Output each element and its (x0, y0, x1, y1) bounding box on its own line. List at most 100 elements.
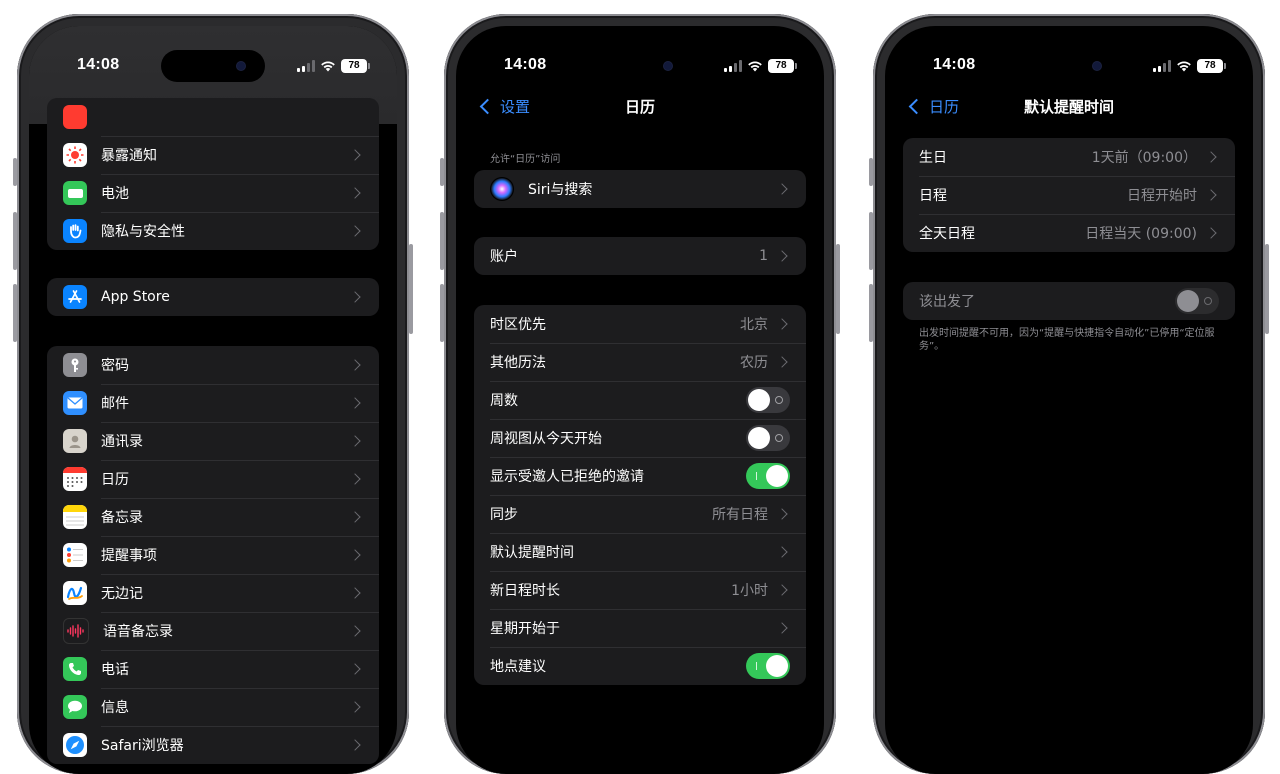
location-suggestions-toggle[interactable] (746, 653, 790, 679)
start-week-on-row[interactable]: 星期开始于 (474, 609, 806, 647)
key-icon (63, 353, 87, 377)
page-title: 默认提醒时间 (1023, 98, 1114, 116)
alternate-calendars-row[interactable]: 其他历法 农历 (474, 343, 806, 381)
settings-item-calendar[interactable]: 日历 (47, 460, 379, 498)
screen-settings: 14:08 78 设置 (29, 26, 397, 774)
show-declined-invitees-toggle[interactable] (746, 463, 790, 489)
settings-item-label: 电话 (101, 662, 129, 678)
chevron-right-icon (349, 359, 361, 371)
row-value: 1小时 (731, 583, 768, 599)
row-label: 日程 (919, 188, 947, 204)
siri-search-label: Siri与搜索 (528, 182, 593, 198)
wifi-icon (748, 61, 762, 72)
privacy-hand-icon (63, 219, 87, 243)
cellular-signal-icon (297, 60, 315, 72)
settings-item-safari[interactable]: Safari浏览器 (47, 726, 379, 764)
settings-item-label: 提醒事项 (101, 548, 157, 564)
settings-item-reminders[interactable]: 提醒事项 (47, 536, 379, 574)
time-to-leave-toggle (1175, 288, 1219, 314)
row-label: 地点建议 (490, 659, 546, 675)
accounts-group: 账户 1 (474, 237, 806, 275)
chevron-right-icon (776, 584, 788, 596)
dynamic-island (588, 50, 692, 82)
row-value: 所有日程 (712, 507, 768, 523)
settings-item-label: 语音备忘录 (103, 624, 173, 640)
battery-icon (63, 181, 87, 205)
dynamic-island (1017, 50, 1121, 82)
settings-item-exposure-notification[interactable]: 暴露通知 (47, 136, 379, 174)
settings-item-passwords[interactable]: 密码 (47, 346, 379, 384)
section-header: 允许“日历”访问 (490, 154, 561, 165)
accounts-row[interactable]: 账户 1 (474, 237, 806, 275)
all-day-events-alert-row[interactable]: 全天日程 日程当天 (09:00) (903, 214, 1235, 252)
events-alert-row[interactable]: 日程 日程开始时 (903, 176, 1235, 214)
phone-icon (63, 657, 87, 681)
settings-item-battery[interactable]: 电池 (47, 174, 379, 212)
row-label: 生日 (919, 150, 947, 166)
alert-times-group: 生日 1天前（09:00） 日程 日程开始时 全天日程 日程当天 (09:00) (903, 138, 1235, 252)
row-value: 北京 (740, 317, 768, 333)
chevron-right-icon (349, 587, 361, 599)
chevron-right-icon (349, 549, 361, 561)
settings-item-phone[interactable]: 电话 (47, 650, 379, 688)
chevron-right-icon (776, 546, 788, 558)
wifi-icon (1177, 61, 1191, 72)
status-bar: 14:08 78 (456, 26, 824, 86)
row-label: 默认提醒时间 (490, 545, 574, 561)
contacts-icon (63, 429, 87, 453)
reminders-icon (63, 543, 87, 567)
battery-indicator: 78 (1197, 59, 1226, 73)
row-label: 周视图从今天开始 (490, 431, 602, 447)
settings-group-store: App Store (47, 278, 379, 316)
siri-search-row[interactable]: Siri与搜索 (474, 170, 806, 208)
time-to-leave-row: 该出发了 (903, 282, 1235, 320)
notes-icon (63, 505, 87, 529)
default-alert-times-row[interactable]: 默认提醒时间 (474, 533, 806, 571)
week-view-starts-today-toggle[interactable] (746, 425, 790, 451)
status-time: 14:08 (77, 56, 120, 73)
chevron-right-icon (1205, 189, 1217, 201)
week-view-starts-today-row: 周视图从今天开始 (474, 419, 806, 457)
sync-row[interactable]: 同步 所有日程 (474, 495, 806, 533)
settings-item-label: 无边记 (101, 586, 143, 602)
location-suggestions-row: 地点建议 (474, 647, 806, 685)
app-store-icon (63, 285, 87, 309)
messages-icon (63, 695, 87, 719)
time-to-leave-group: 该出发了 (903, 282, 1235, 320)
chevron-right-icon (349, 625, 361, 637)
freeform-icon (63, 581, 87, 605)
cellular-signal-icon (724, 60, 742, 72)
settings-item-label: Safari浏览器 (101, 738, 184, 754)
week-numbers-toggle[interactable] (746, 387, 790, 413)
voice-memos-icon (63, 618, 89, 644)
settings-item-label: 电池 (101, 186, 129, 202)
chevron-right-icon (349, 739, 361, 751)
row-label: 全天日程 (919, 226, 975, 242)
birthdays-alert-row[interactable]: 生日 1天前（09:00） (903, 138, 1235, 176)
siri-icon (490, 177, 514, 201)
settings-item-label: 备忘录 (101, 510, 143, 526)
settings-item-app-store[interactable]: App Store (47, 278, 379, 316)
chevron-right-icon (349, 149, 361, 161)
settings-item-privacy[interactable]: 隐私与安全性 (47, 212, 379, 250)
settings-item-voice-memos[interactable]: 语音备忘录 (47, 612, 379, 650)
settings-item-hidden[interactable] (47, 98, 379, 136)
row-label: 其他历法 (490, 355, 546, 371)
settings-item-notes[interactable]: 备忘录 (47, 498, 379, 536)
settings-item-mail[interactable]: 邮件 (47, 384, 379, 422)
row-label: 星期开始于 (490, 621, 560, 637)
timezone-override-row[interactable]: 时区优先 北京 (474, 305, 806, 343)
wifi-icon (321, 61, 335, 72)
week-numbers-row: 周数 (474, 381, 806, 419)
accounts-label: 账户 (490, 249, 518, 265)
chevron-right-icon (776, 183, 788, 195)
calendar-options-group: 时区优先 北京 其他历法 农历 周数 周视图从今天开始 显示受邀人已拒绝的邀请 (474, 305, 806, 685)
chevron-right-icon (776, 508, 788, 520)
chevron-right-icon (349, 511, 361, 523)
safari-icon (63, 733, 87, 757)
settings-item-messages[interactable]: 信息 (47, 688, 379, 726)
settings-item-freeform[interactable]: 无边记 (47, 574, 379, 612)
default-event-duration-row[interactable]: 新日程时长 1小时 (474, 571, 806, 609)
dynamic-island (161, 50, 265, 82)
settings-item-contacts[interactable]: 通讯录 (47, 422, 379, 460)
